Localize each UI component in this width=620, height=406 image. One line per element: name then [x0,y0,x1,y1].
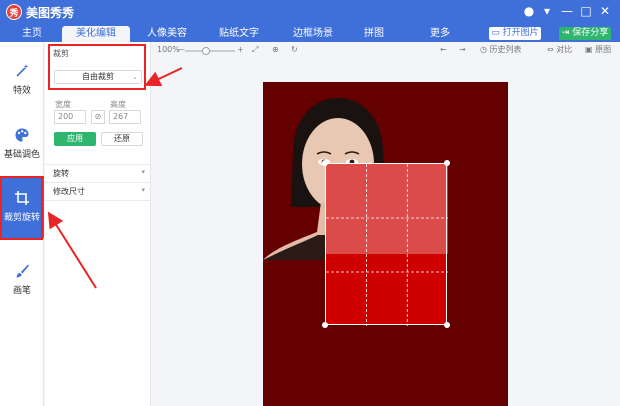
annotation-arrow-top [144,67,183,87]
annotation-arrow-bottom [47,211,97,289]
annotation-arrows [47,67,183,289]
app-window: 秀 美图秀秀 ● ▾ — □ ✕ 主页 美化编辑 人像美容 贴纸文字 边框场景 … [0,0,620,406]
